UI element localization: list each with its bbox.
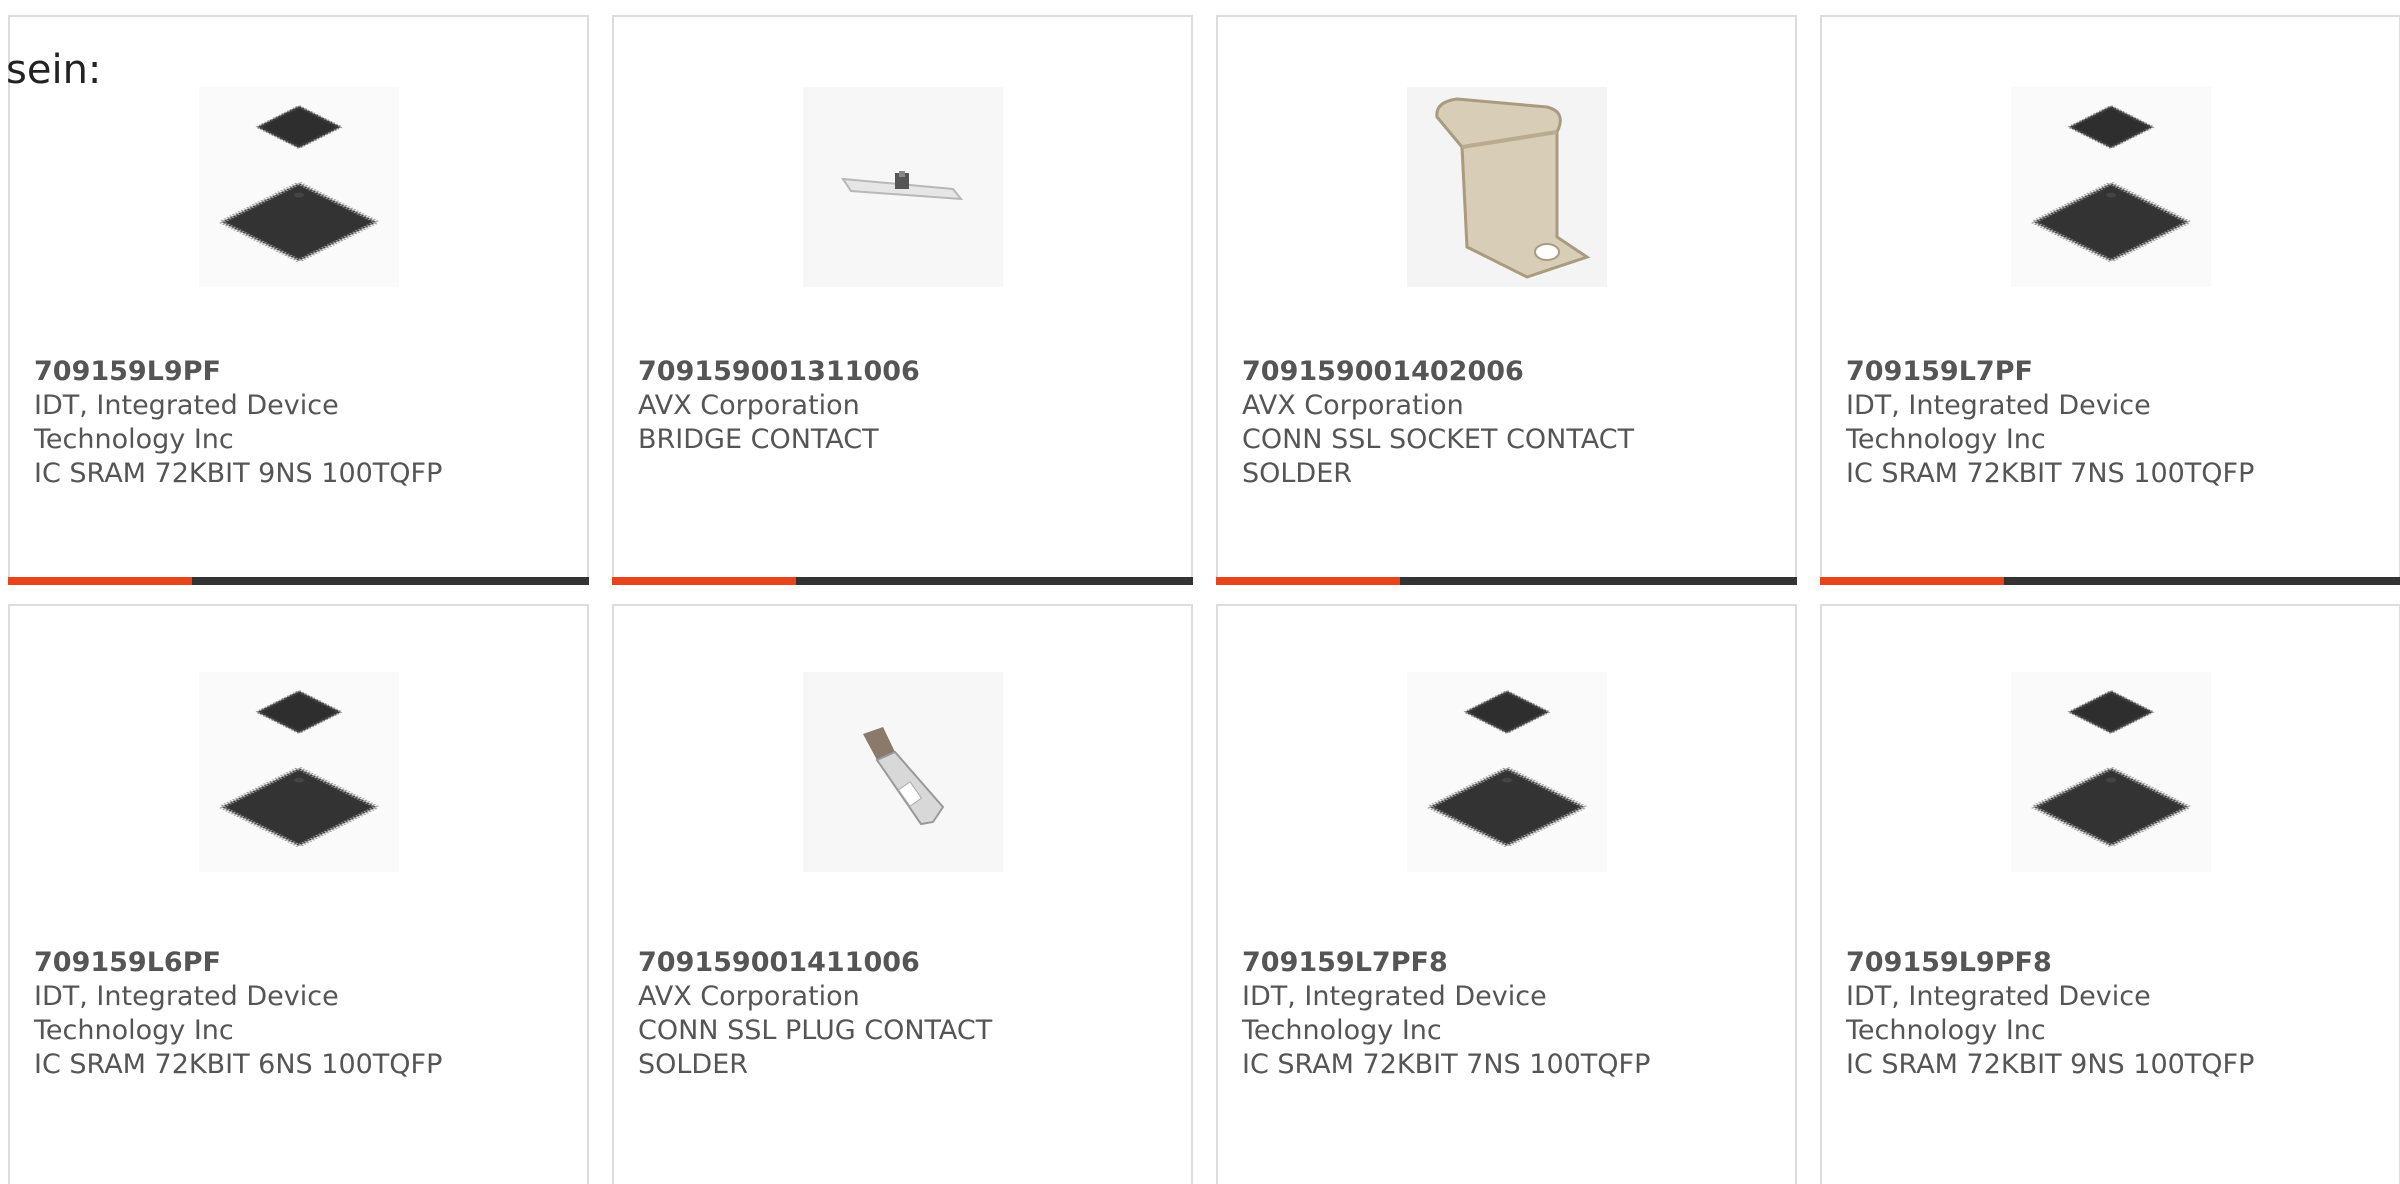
tqfp-chip-image	[198, 672, 399, 872]
part-number[interactable]: 709159L9PF	[34, 355, 442, 389]
description: BRIDGE CONTACT	[638, 424, 879, 455]
description-cont: SOLDER	[638, 1049, 749, 1080]
card-bottom-bar	[1820, 577, 2400, 585]
card-bottom-bar	[612, 577, 1193, 585]
manufacturer: AVX Corporation	[1242, 390, 1464, 421]
part-number[interactable]: 709159001402006	[1242, 355, 1634, 389]
card-accent	[1820, 577, 2004, 585]
card-accent	[1216, 577, 1400, 585]
tqfp-chip-image	[2010, 87, 2211, 287]
manufacturer-cont: Technology Inc	[1242, 1015, 1442, 1046]
part-number[interactable]: 709159001311006	[638, 355, 920, 389]
manufacturer: IDT, Integrated Device	[34, 981, 339, 1012]
product-grid: 709159L9PF IDT, Integrated Device Techno…	[0, 0, 2400, 1184]
product-info: 709159L6PF IDT, Integrated Device Techno…	[34, 946, 442, 1082]
description: IC SRAM 72KBIT 9NS 100TQFP	[1846, 1049, 2255, 1080]
manufacturer-cont: Technology Inc	[34, 424, 234, 455]
manufacturer: IDT, Integrated Device	[34, 390, 339, 421]
part-number[interactable]: 709159L7PF8	[1242, 946, 1650, 980]
product-card[interactable]: 709159L7PF IDT, Integrated Device Techno…	[1820, 15, 2400, 585]
product-info: 709159L9PF8 IDT, Integrated Device Techn…	[1846, 946, 2254, 1082]
socket-contact-image	[1406, 87, 1607, 287]
description: CONN SSL SOCKET CONTACT	[1242, 424, 1635, 455]
product-card[interactable]: 709159L7PF8 IDT, Integrated Device Techn…	[1216, 604, 1797, 1184]
product-card[interactable]: 709159L6PF IDT, Integrated Device Techno…	[8, 604, 589, 1184]
manufacturer: AVX Corporation	[638, 390, 860, 421]
product-info: 709159001311006 AVX Corporation BRIDGE C…	[638, 355, 920, 457]
bridge-contact-image	[802, 87, 1003, 287]
part-number[interactable]: 709159L6PF	[34, 946, 442, 980]
manufacturer: IDT, Integrated Device	[1846, 981, 2151, 1012]
description: IC SRAM 72KBIT 7NS 100TQFP	[1846, 458, 2255, 489]
part-number[interactable]: 709159L7PF	[1846, 355, 2254, 389]
intro-text: sein:	[6, 47, 102, 93]
tqfp-chip-image	[2010, 672, 2211, 872]
product-card[interactable]: 709159001311006 AVX Corporation BRIDGE C…	[612, 15, 1193, 585]
manufacturer: IDT, Integrated Device	[1242, 981, 1547, 1012]
part-number[interactable]: 709159001411006	[638, 946, 992, 980]
description: CONN SSL PLUG CONTACT	[638, 1015, 993, 1046]
product-info: 709159L7PF8 IDT, Integrated Device Techn…	[1242, 946, 1650, 1082]
description-cont: SOLDER	[1242, 458, 1353, 489]
description: IC SRAM 72KBIT 6NS 100TQFP	[34, 1049, 443, 1080]
product-info: 709159001411006 AVX Corporation CONN SSL…	[638, 946, 992, 1082]
part-number[interactable]: 709159L9PF8	[1846, 946, 2254, 980]
product-info: 709159L7PF IDT, Integrated Device Techno…	[1846, 355, 2254, 491]
product-card[interactable]: 709159001411006 AVX Corporation CONN SSL…	[612, 604, 1193, 1184]
manufacturer-cont: Technology Inc	[1846, 1015, 2046, 1046]
tqfp-chip-image	[1406, 672, 1607, 872]
product-card[interactable]: 709159001402006 AVX Corporation CONN SSL…	[1216, 15, 1797, 585]
product-info: 709159001402006 AVX Corporation CONN SSL…	[1242, 355, 1634, 491]
card-accent	[612, 577, 796, 585]
manufacturer-cont: Technology Inc	[34, 1015, 234, 1046]
product-card[interactable]: 709159L9PF8 IDT, Integrated Device Techn…	[1820, 604, 2400, 1184]
manufacturer: IDT, Integrated Device	[1846, 390, 2151, 421]
tqfp-chip-image	[198, 87, 399, 287]
product-info: 709159L9PF IDT, Integrated Device Techno…	[34, 355, 442, 491]
product-card[interactable]: 709159L9PF IDT, Integrated Device Techno…	[8, 15, 589, 585]
card-accent	[8, 577, 192, 585]
manufacturer-cont: Technology Inc	[1846, 424, 2046, 455]
plug-contact-image	[802, 672, 1003, 872]
card-bottom-bar	[8, 577, 589, 585]
description: IC SRAM 72KBIT 7NS 100TQFP	[1242, 1049, 1651, 1080]
manufacturer: AVX Corporation	[638, 981, 860, 1012]
card-bottom-bar	[1216, 577, 1797, 585]
description: IC SRAM 72KBIT 9NS 100TQFP	[34, 458, 443, 489]
